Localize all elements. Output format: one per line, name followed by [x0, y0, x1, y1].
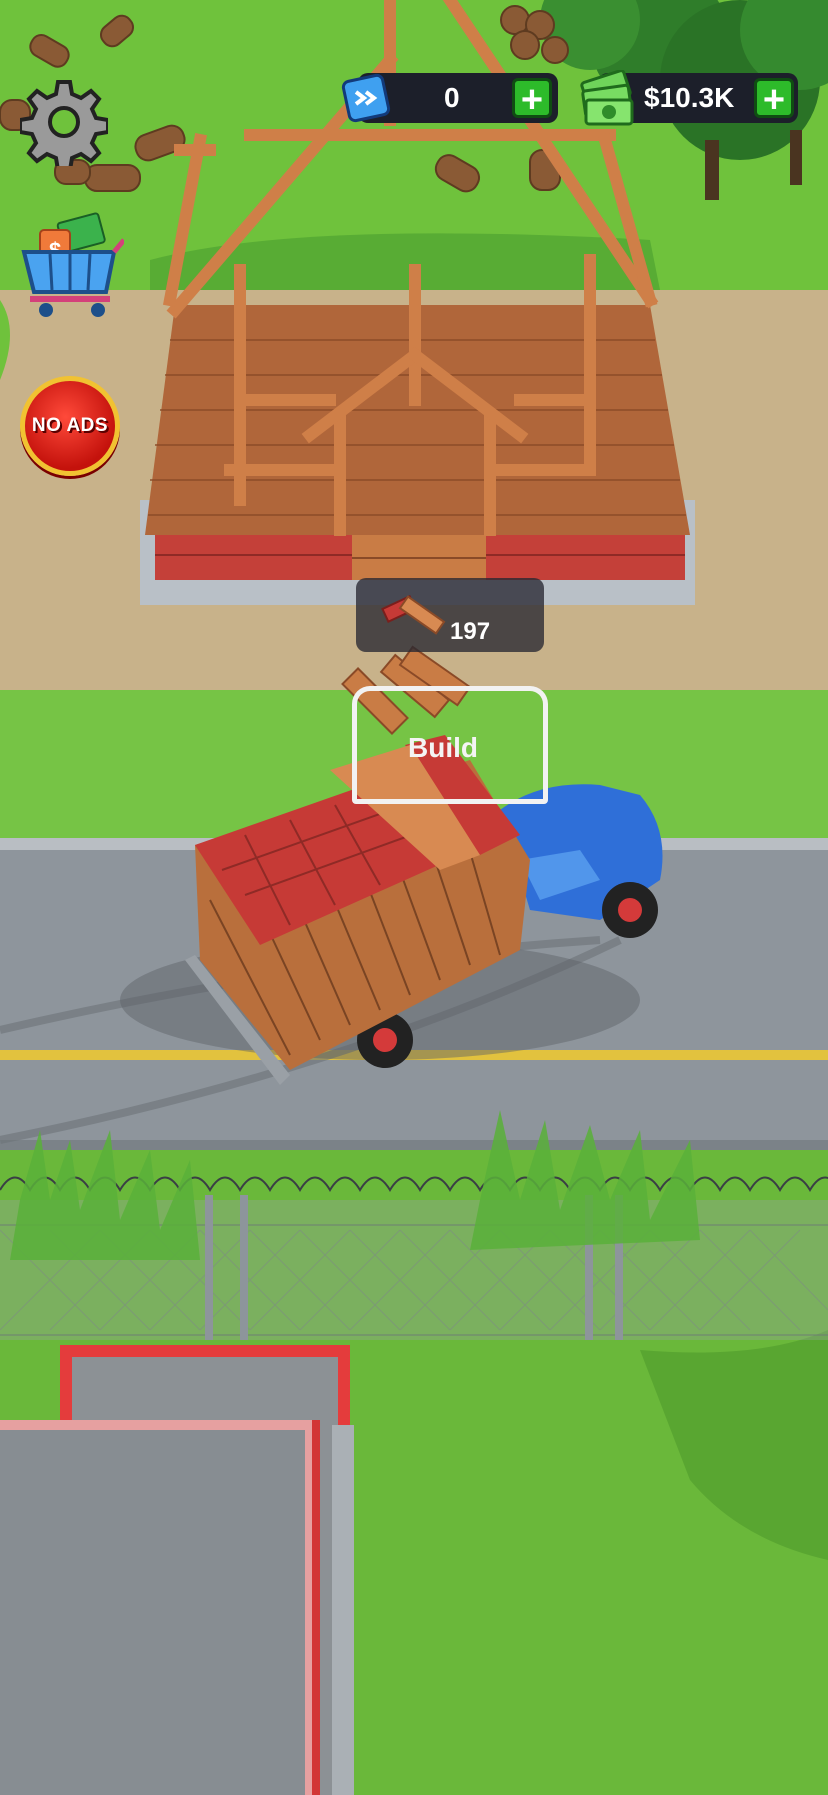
gear-icon [18, 80, 110, 172]
material-count: 197 [450, 618, 491, 645]
delivery-truck[interactable] [190, 740, 670, 1070]
plank-icon [380, 584, 450, 644]
cash-value: $10.3K [644, 82, 735, 113]
settings-button[interactable] [18, 78, 110, 172]
no-ads-button[interactable]: NO ADS [20, 376, 120, 476]
add-cash-button[interactable]: + [754, 78, 794, 119]
shop-button[interactable]: $ [20, 212, 126, 322]
gems-value: 0 [444, 82, 460, 113]
add-gems-button[interactable]: + [512, 78, 552, 119]
gem-icon [340, 70, 396, 126]
no-ads-label: NO ADS [31, 415, 109, 436]
cash-icon [576, 69, 638, 130]
shop-cart-icon: $ [21, 212, 126, 317]
